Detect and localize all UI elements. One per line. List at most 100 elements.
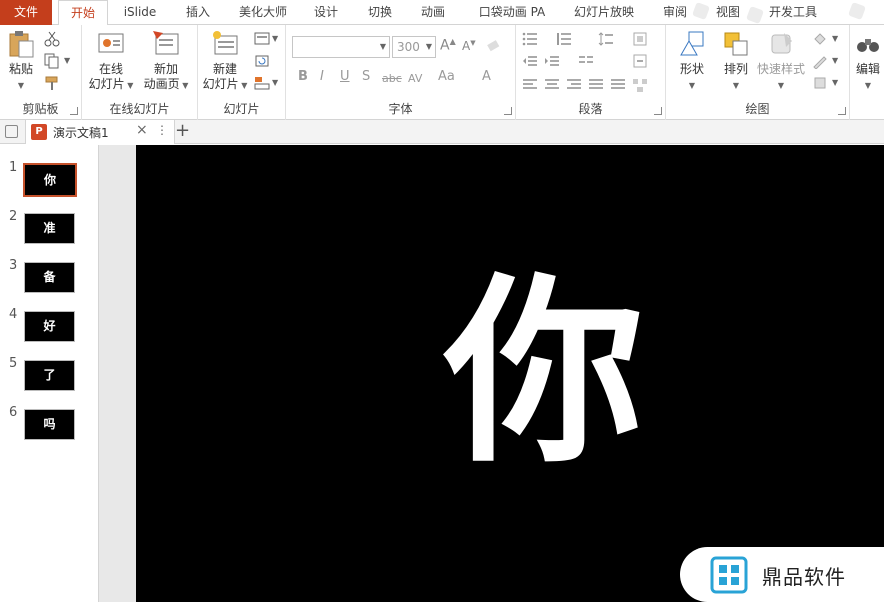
new-slide-label-1: 新建 bbox=[212, 62, 237, 76]
quick-styles-icon bbox=[771, 33, 792, 54]
watermark-text: 鼎品软件 bbox=[762, 565, 846, 589]
section-icon[interactable] bbox=[254, 75, 270, 91]
chevron-down-icon: ▼ bbox=[238, 81, 248, 90]
tab-beautify[interactable]: 美化大师 bbox=[230, 0, 296, 25]
tab-transitions[interactable]: 切换 bbox=[360, 0, 400, 25]
char-spacing-button[interactable]: AV bbox=[408, 72, 422, 85]
chevron-down-icon: ▼ bbox=[688, 81, 696, 90]
slide-text[interactable]: 你 bbox=[444, 253, 644, 493]
bold-button[interactable]: B bbox=[298, 69, 308, 84]
tab-insert[interactable]: 插入 bbox=[178, 0, 218, 25]
document-tab[interactable]: P 演示文稿1 × ⋮ bbox=[25, 120, 175, 144]
slide-thumbnail-4[interactable]: 好 bbox=[24, 311, 75, 342]
italic-button[interactable]: I bbox=[320, 69, 324, 84]
powerpoint-file-icon: P bbox=[31, 124, 47, 140]
cut-icon[interactable] bbox=[44, 31, 60, 47]
new-slide-button[interactable]: 新建 幻灯片 ▼ bbox=[200, 29, 250, 93]
numbering-icon[interactable] bbox=[556, 31, 572, 47]
workspace-gutter bbox=[99, 145, 136, 602]
font-size-value: 300 bbox=[397, 40, 420, 54]
ribbon-tab-bar: 文件 开始 iSlide 插入 美化大师 设计 切换 动画 口袋动画 PA 幻灯… bbox=[0, 0, 884, 26]
align-text-icon[interactable] bbox=[632, 53, 648, 69]
change-case-button[interactable]: Aa bbox=[438, 69, 455, 84]
clipboard-group: 粘贴 ▼ ▼ 剪贴板 bbox=[0, 25, 82, 120]
paste-icon bbox=[9, 31, 34, 58]
columns-icon[interactable] bbox=[578, 53, 594, 69]
tab-home[interactable]: 开始 bbox=[58, 0, 108, 26]
tab-developer[interactable]: 开发工具 bbox=[762, 0, 824, 25]
chevron-down-icon: ▼ bbox=[832, 34, 839, 43]
more-options-icon[interactable]: ⋮ bbox=[156, 123, 168, 137]
tab-review[interactable]: 审阅 bbox=[655, 0, 695, 25]
dialog-launcher-icon[interactable] bbox=[504, 107, 512, 115]
ribbon: 粘贴 ▼ ▼ 剪贴板 在线 幻灯片 ▼ 新加 动画页 ▼ 在线幻灯片 新建 幻灯… bbox=[0, 25, 884, 120]
chevron-down-icon: ▼ bbox=[777, 81, 785, 90]
dialog-launcher-icon[interactable] bbox=[654, 107, 662, 115]
editing-label: 编辑 bbox=[855, 62, 880, 76]
strikethrough-button[interactable]: abc bbox=[382, 72, 402, 85]
font-name-select[interactable]: ▼ bbox=[292, 36, 390, 58]
tab-islide[interactable]: iSlide bbox=[112, 0, 168, 25]
slide-canvas[interactable]: 你 bbox=[136, 145, 884, 602]
tab-file[interactable]: 文件 bbox=[0, 0, 52, 25]
new-animation-page-icon bbox=[153, 31, 179, 55]
distributed-icon[interactable] bbox=[610, 77, 626, 93]
watermark: 鼎品软件 bbox=[680, 547, 884, 602]
shape-effects-icon[interactable] bbox=[812, 75, 828, 91]
shape-outline-icon[interactable] bbox=[812, 53, 828, 69]
dialog-launcher-icon[interactable] bbox=[838, 107, 846, 115]
shapes-label: 形状 bbox=[679, 62, 704, 76]
reset-icon[interactable] bbox=[254, 53, 270, 69]
underline-button[interactable]: U bbox=[340, 69, 350, 84]
online-slides-label-1: 在线 bbox=[98, 62, 123, 76]
window-restore-icon[interactable] bbox=[5, 125, 18, 138]
chevron-down-icon: ▼ bbox=[832, 56, 839, 65]
tab-pocket-animation[interactable]: 口袋动画 PA bbox=[470, 0, 554, 25]
new-animation-page-button[interactable]: 新加 动画页 ▼ bbox=[140, 29, 192, 93]
chevron-down-icon: ▼ bbox=[425, 42, 432, 51]
tab-view[interactable]: 视图 bbox=[708, 0, 748, 25]
text-direction-icon[interactable] bbox=[632, 31, 648, 47]
slide-thumbnail-5[interactable]: 了 bbox=[24, 360, 75, 391]
slide-thumbnail-1[interactable]: 你 bbox=[23, 163, 77, 197]
online-slides-label-2: 幻灯片 bbox=[88, 77, 125, 91]
close-icon[interactable]: × bbox=[136, 122, 148, 138]
shapes-button[interactable]: 形状 ▼ bbox=[672, 29, 712, 93]
text-shadow-button[interactable]: S bbox=[362, 69, 370, 84]
copy-icon[interactable] bbox=[44, 53, 60, 69]
online-slides-group-label: 在线幻灯片 bbox=[109, 102, 170, 116]
shape-fill-icon[interactable] bbox=[812, 31, 828, 47]
smartart-icon[interactable] bbox=[632, 77, 648, 93]
dialog-launcher-icon[interactable] bbox=[70, 107, 78, 115]
decrease-font-icon[interactable]: A▼ bbox=[462, 39, 476, 53]
align-center-icon[interactable] bbox=[544, 77, 560, 93]
bullets-icon[interactable] bbox=[522, 31, 538, 47]
increase-indent-icon[interactable] bbox=[544, 53, 560, 69]
slide-thumbnail-2[interactable]: 准 bbox=[24, 213, 75, 244]
quick-styles-label: 快速样式 bbox=[756, 62, 805, 76]
clear-format-icon[interactable] bbox=[486, 39, 502, 55]
line-spacing-icon[interactable] bbox=[598, 31, 614, 47]
align-left-icon[interactable] bbox=[522, 77, 538, 93]
paragraph-group-label: 段落 bbox=[578, 102, 603, 116]
decrease-indent-icon[interactable] bbox=[522, 53, 538, 69]
justify-icon[interactable] bbox=[588, 77, 604, 93]
new-tab-plus-icon[interactable]: + bbox=[175, 120, 190, 142]
font-color-icon[interactable]: A bbox=[482, 69, 491, 84]
arrange-button[interactable]: 排列 ▼ bbox=[716, 29, 756, 93]
layout-icon[interactable] bbox=[254, 31, 270, 47]
slide-thumbnail-6[interactable]: 吗 bbox=[24, 409, 75, 440]
quick-styles-button[interactable]: 快速样式 ▼ bbox=[756, 29, 806, 93]
font-size-select[interactable]: 300 ▼ bbox=[392, 36, 436, 58]
slide-thumbnail-3[interactable]: 备 bbox=[24, 262, 75, 293]
format-painter-icon[interactable] bbox=[44, 75, 60, 91]
online-slides-button[interactable]: 在线 幻灯片 ▼ bbox=[86, 29, 136, 93]
increase-font-icon[interactable]: A▲ bbox=[440, 37, 456, 54]
tab-animations[interactable]: 动画 bbox=[413, 0, 453, 25]
editing-button[interactable]: 编辑 ▼ bbox=[854, 29, 882, 93]
tab-design[interactable]: 设计 bbox=[306, 0, 346, 25]
paste-button[interactable]: 粘贴 ▼ bbox=[6, 29, 36, 93]
thumbnail-number: 2 bbox=[9, 209, 18, 224]
tab-slideshow[interactable]: 幻灯片放映 bbox=[568, 0, 640, 25]
align-right-icon[interactable] bbox=[566, 77, 582, 93]
